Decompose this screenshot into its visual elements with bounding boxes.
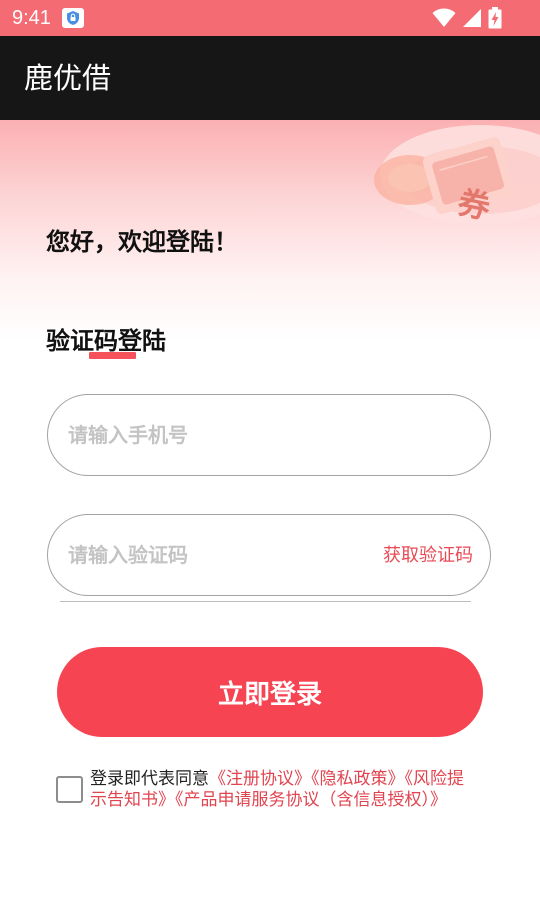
agreement-prefix: 登录即代表同意 xyxy=(90,769,209,789)
coupon-illustration-icon: 券 xyxy=(374,125,540,227)
status-bar: 9:41 xyxy=(0,0,540,36)
wifi-icon xyxy=(432,8,456,27)
cellular-signal-icon xyxy=(463,9,481,27)
app-bar: 鹿优借 xyxy=(0,36,540,120)
divider xyxy=(60,601,471,602)
get-code-button[interactable]: 获取验证码 xyxy=(383,543,473,569)
link-privacy-policy[interactable]: 《隐私政策》 xyxy=(311,769,405,789)
app-title: 鹿优借 xyxy=(24,61,112,95)
phone-field[interactable] xyxy=(47,394,491,476)
agreement-text: 登录即代表同意《注册协议》《隐私政策》《风险提示告知书》《产品申请服务协议（含信… xyxy=(90,769,480,811)
code-input[interactable] xyxy=(68,535,368,575)
phone-input[interactable] xyxy=(68,415,468,455)
code-field[interactable]: 获取验证码 xyxy=(47,514,491,596)
login-button[interactable]: 立即登录 xyxy=(57,647,483,737)
shield-icon xyxy=(62,8,84,28)
link-registration-agreement[interactable]: 《注册协议》 xyxy=(209,769,311,789)
greeting-text: 您好，欢迎登陆！ xyxy=(46,228,238,256)
status-icons xyxy=(432,6,502,30)
status-time: 9:41 xyxy=(12,7,51,29)
login-mode-tab[interactable]: 验证码登陆 xyxy=(46,322,166,360)
link-service-agreement[interactable]: 《产品申请服务协议（含信息授权）》 xyxy=(175,790,447,810)
agreement-checkbox[interactable] xyxy=(56,776,83,803)
battery-charging-icon xyxy=(488,7,502,29)
